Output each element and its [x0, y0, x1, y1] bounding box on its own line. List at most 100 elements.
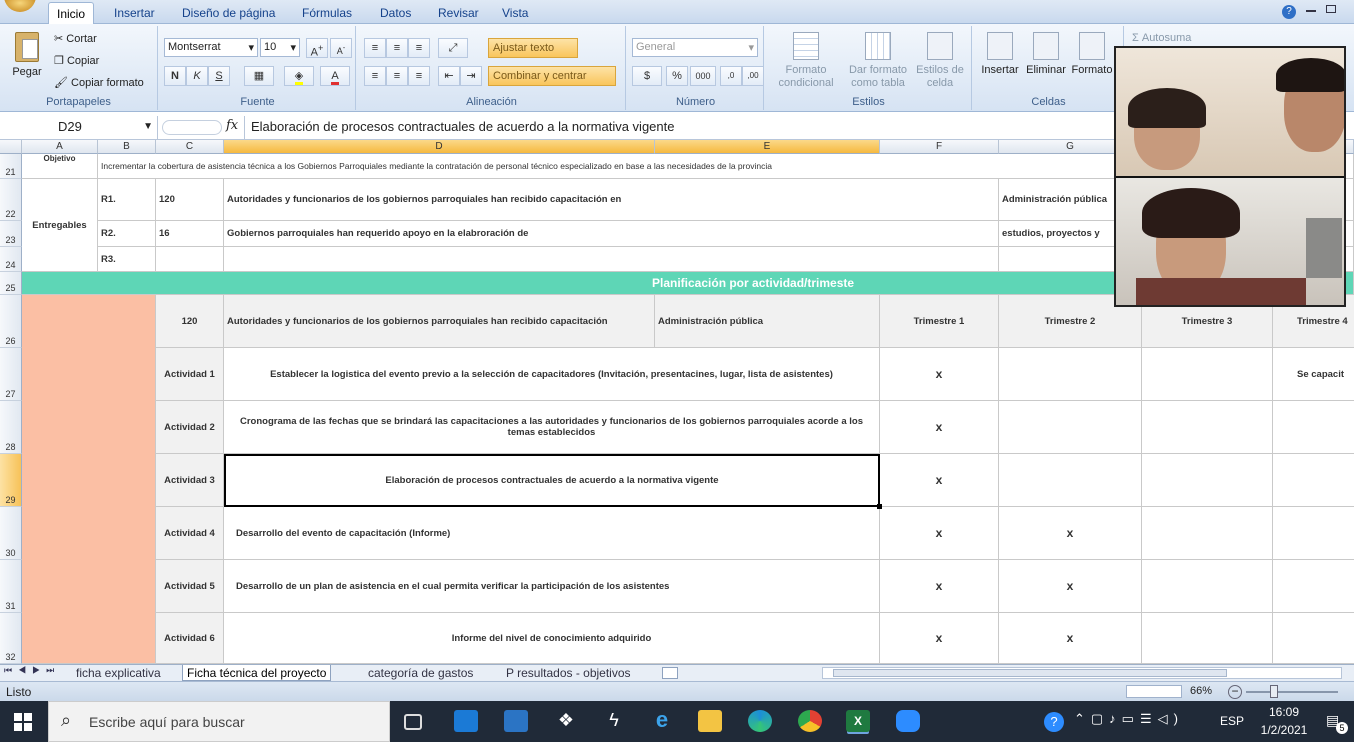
- activity-text-cell[interactable]: Cronograma de las fechas que se brindará…: [224, 401, 880, 454]
- trimestre-3-cell[interactable]: [1142, 560, 1273, 613]
- r3-text-cell[interactable]: [224, 247, 999, 272]
- activity-label-cell[interactable]: Actividad 3: [156, 454, 224, 507]
- row-header-22[interactable]: 22: [0, 179, 22, 221]
- clock-time[interactable]: 16:09: [1254, 705, 1314, 719]
- video-call-overlay[interactable]: [1114, 46, 1346, 307]
- zoom-slider-thumb[interactable]: [1270, 685, 1278, 698]
- fill-color-button[interactable]: ◈: [284, 66, 314, 86]
- row-header-23[interactable]: 23: [0, 221, 22, 247]
- row-header-27[interactable]: 27: [0, 348, 22, 401]
- italic-button[interactable]: K: [186, 66, 208, 86]
- delete-cells-button[interactable]: Eliminar: [1022, 32, 1070, 77]
- r2-text-cell[interactable]: Gobiernos parroquiales han requerido apo…: [224, 221, 999, 247]
- help-icon[interactable]: ?: [1282, 5, 1296, 19]
- activity-label-cell[interactable]: Actividad 1: [156, 348, 224, 401]
- activity-label-cell[interactable]: Actividad 4: [156, 507, 224, 560]
- row-header-30[interactable]: 30: [0, 507, 22, 560]
- decrease-decimal-icon[interactable]: ,00: [742, 66, 764, 86]
- trimestre-4-cell[interactable]: [1273, 454, 1354, 507]
- horizontal-scrollbar[interactable]: [822, 667, 1342, 679]
- r1-cell[interactable]: R1.: [98, 179, 156, 221]
- objetivo-label[interactable]: Objetivo: [22, 154, 98, 179]
- trimestre-3-cell[interactable]: [1142, 613, 1273, 664]
- mail-icon[interactable]: [454, 710, 478, 732]
- row-header-28[interactable]: 28: [0, 401, 22, 454]
- cell-styles-button[interactable]: Estilos de celda: [912, 32, 968, 90]
- tab-datos[interactable]: Datos: [372, 4, 419, 24]
- office-button[interactable]: [4, 0, 36, 12]
- zoom-slider[interactable]: [1246, 691, 1338, 693]
- taskbar-search[interactable]: ⌕ Escribe aquí para buscar: [48, 701, 390, 742]
- font-size-select[interactable]: 10 ▾: [260, 38, 300, 57]
- sheet-nav-arrows[interactable]: ⏮◀▶⏭: [4, 665, 60, 676]
- trimestre-2-cell[interactable]: x: [999, 507, 1142, 560]
- paste-button[interactable]: Pegar: [8, 32, 46, 79]
- col-header-f[interactable]: F: [880, 140, 999, 154]
- internet-explorer-icon[interactable]: e: [650, 709, 674, 732]
- task-view-icon[interactable]: [404, 714, 422, 730]
- trimestre-2-cell[interactable]: [999, 401, 1142, 454]
- wrap-text-button[interactable]: Ajustar texto: [488, 38, 578, 58]
- activity-label-cell[interactable]: Actividad 6: [156, 613, 224, 664]
- sheet-tab-p-resultados[interactable]: P resultados - objetivos: [502, 665, 635, 681]
- increase-decimal-icon[interactable]: ,0: [720, 66, 742, 86]
- activity-text-cell[interactable]: Desarrollo del evento de capacitación (I…: [224, 507, 880, 560]
- trimestre-4-cell[interactable]: Se capacit: [1273, 348, 1354, 401]
- format-as-table-button[interactable]: Dar formato como tabla: [842, 32, 914, 90]
- language-indicator[interactable]: ESP: [1220, 714, 1244, 728]
- trimestre-3-cell[interactable]: [1142, 401, 1273, 454]
- col-header-c[interactable]: C: [156, 140, 224, 154]
- trimestre-4-cell[interactable]: [1273, 560, 1354, 613]
- sheet-tab-ficha-tecnica[interactable]: Ficha técnica del proyecto: [182, 665, 332, 681]
- tab-diseno-pagina[interactable]: Diseño de página: [174, 4, 283, 24]
- trimestre-1-cell[interactable]: x: [880, 560, 999, 613]
- decrease-indent-icon[interactable]: ⇤: [438, 66, 460, 86]
- select-all-corner[interactable]: [0, 140, 22, 154]
- trimestre-1-header[interactable]: Trimestre 1: [880, 295, 999, 348]
- trimestre-1-cell[interactable]: x: [880, 348, 999, 401]
- trimestre-3-cell[interactable]: [1142, 507, 1273, 560]
- file-explorer-icon[interactable]: [698, 710, 722, 732]
- col-header-e[interactable]: E: [655, 140, 880, 154]
- tab-revisar[interactable]: Revisar: [430, 4, 487, 24]
- grow-font-button[interactable]: A+: [306, 38, 328, 59]
- format-cells-button[interactable]: Formato: [1070, 32, 1114, 77]
- sheet-tab-ficha-explicativa[interactable]: ficha explicativa: [72, 665, 165, 681]
- zoom-out-icon[interactable]: −: [1228, 685, 1242, 699]
- active-cell-d29[interactable]: Elaboración de procesos contractuales de…: [224, 454, 880, 507]
- store-icon[interactable]: [504, 710, 528, 732]
- align-middle-icon[interactable]: ≡: [386, 38, 408, 58]
- currency-button[interactable]: $: [632, 66, 662, 86]
- shrink-font-button[interactable]: A-: [330, 38, 352, 58]
- trimestre-1-cell[interactable]: x: [880, 454, 999, 507]
- activity-text-cell[interactable]: Informe del nivel de conocimiento adquir…: [224, 613, 880, 664]
- activity-label-cell[interactable]: Actividad 5: [156, 560, 224, 613]
- trimestre-4-cell[interactable]: [1273, 507, 1354, 560]
- font-color-button[interactable]: A: [320, 66, 350, 86]
- borders-button[interactable]: ▦: [244, 66, 274, 86]
- sheet-tab-categoria-gastos[interactable]: categoría de gastos: [364, 665, 477, 681]
- r3-cell[interactable]: R3.: [98, 247, 156, 272]
- row-header-21[interactable]: 21: [0, 154, 22, 179]
- trimestre-1-cell[interactable]: x: [880, 401, 999, 454]
- chrome-icon[interactable]: [798, 710, 822, 732]
- scrollbar-thumb[interactable]: [833, 669, 1227, 677]
- trimestre-2-cell[interactable]: [999, 348, 1142, 401]
- h26-num-cell[interactable]: 120: [156, 295, 224, 348]
- trimestre-4-cell[interactable]: [1273, 401, 1354, 454]
- tray-icons[interactable]: ⌃▢♪▭☰◁): [1074, 711, 1184, 727]
- insert-cells-button[interactable]: Insertar: [976, 32, 1024, 77]
- cut-button[interactable]: ✂ Cortar: [54, 32, 97, 45]
- autosum-button[interactable]: Σ Autosuma: [1132, 32, 1191, 44]
- underline-button[interactable]: S: [208, 66, 230, 86]
- h26-e-cell[interactable]: Administración pública: [655, 295, 880, 348]
- row-header-31[interactable]: 31: [0, 560, 22, 613]
- trimestre-3-cell[interactable]: [1142, 454, 1273, 507]
- zoom-help-icon[interactable]: ?: [1044, 712, 1064, 732]
- align-left-icon[interactable]: ≡: [364, 66, 386, 86]
- conditional-format-button[interactable]: Formato condicional: [768, 32, 844, 90]
- row-header-25[interactable]: 25: [0, 272, 22, 295]
- r2-cell[interactable]: R2.: [98, 221, 156, 247]
- thousands-button[interactable]: 000: [690, 66, 716, 86]
- increase-indent-icon[interactable]: ⇥: [460, 66, 482, 86]
